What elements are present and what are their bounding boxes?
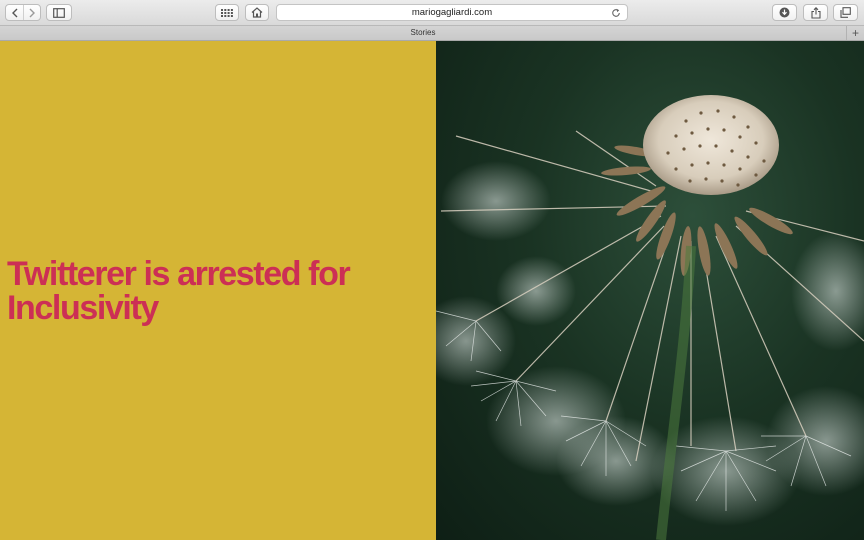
web-page: Twitterer is arrested for Inclusivity	[0, 41, 864, 540]
active-tab[interactable]: Stories	[0, 26, 846, 40]
top-sites-button[interactable]	[215, 4, 239, 21]
nav-buttons	[5, 4, 41, 21]
home-icon	[251, 7, 263, 18]
url-text: mariogagliardi.com	[411, 7, 493, 18]
tabs-overview-button[interactable]	[833, 4, 858, 21]
share-icon	[810, 6, 821, 19]
browser-toolbar: mariogagliardi.com	[0, 0, 864, 26]
address-bar[interactable]: mariogagliardi.com	[276, 4, 628, 21]
dandelion-illustration	[436, 95, 864, 540]
reload-icon	[612, 8, 620, 17]
sidebar-button[interactable]	[46, 4, 72, 21]
reload-button[interactable]	[610, 7, 622, 19]
back-button[interactable]	[6, 5, 23, 20]
chevron-right-icon	[29, 8, 35, 17]
share-button[interactable]	[803, 4, 828, 21]
sidebar-icon	[53, 7, 65, 18]
tab-bar: Stories +	[0, 26, 864, 41]
seed-head	[643, 95, 779, 195]
story-panel: Twitterer is arrested for Inclusivity	[0, 41, 436, 540]
grid-icon	[221, 8, 233, 17]
story-headline[interactable]: Twitterer is arrested for Inclusivity	[7, 257, 427, 325]
downloads-button[interactable]	[772, 4, 797, 21]
dandelion-photo	[436, 41, 864, 540]
chevron-left-icon	[11, 8, 17, 17]
home-button[interactable]	[245, 4, 269, 21]
download-icon	[779, 7, 790, 18]
new-tab-button[interactable]: +	[846, 26, 864, 40]
tabs-overview-icon	[840, 7, 851, 18]
forward-button[interactable]	[23, 5, 40, 20]
